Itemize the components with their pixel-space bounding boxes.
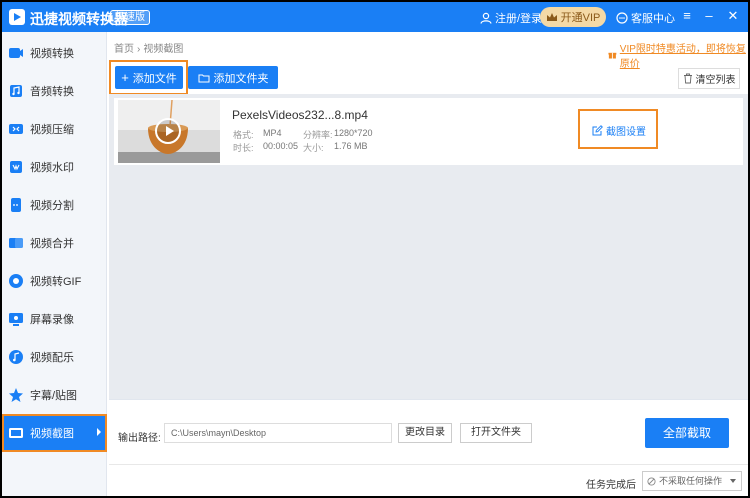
video-watermark-icon (10, 161, 22, 173)
video-music-icon (9, 350, 23, 364)
output-path-field[interactable]: C:\Users\mayn\Desktop (164, 423, 392, 443)
sidebar-item-label: 视频配乐 (30, 352, 74, 364)
open-folder-button[interactable]: 打开文件夹 (460, 423, 532, 443)
breadcrumb-separator: › (137, 44, 141, 55)
add-file-button[interactable]: + 添加文件 (115, 66, 183, 89)
capture-all-button[interactable]: 全部截取 (645, 418, 729, 448)
breadcrumb-current: 视频截图 (143, 44, 184, 55)
clear-list-button[interactable]: 清空列表 (678, 68, 740, 89)
breadcrumb: 首页 › 视频截图 (114, 40, 183, 55)
folder-icon (198, 74, 209, 82)
after-task-label: 任务完成后 (586, 480, 636, 491)
sidebar-item-video-watermark[interactable]: 视频水印 (2, 148, 107, 186)
promo-banner[interactable]: VIP限时特惠活动，即将恢复原价 (608, 40, 748, 70)
sidebar-item-label: 屏幕录像 (30, 314, 74, 326)
promo-text[interactable]: VIP限时特惠活动，即将恢复原价 (620, 40, 748, 70)
video-split-icon (11, 198, 21, 212)
sidebar-item-label: 视频转GIF (30, 276, 82, 288)
duration-value: 00:00:05 (263, 141, 299, 151)
breadcrumb-home[interactable]: 首页 (114, 44, 134, 55)
login-button[interactable]: 注册/登录 (480, 10, 542, 26)
vip-button[interactable]: 开通VIP (540, 7, 606, 27)
active-arrow-icon (97, 428, 101, 436)
add-file-label: 添加文件 (132, 72, 177, 85)
customer-service-button[interactable]: 客服中心 (616, 10, 675, 26)
chevron-down-icon (730, 479, 736, 483)
screen-record-icon (9, 313, 23, 326)
sidebar-item-label: 视频合并 (30, 238, 74, 250)
app-window: 迅捷视频转换器 极速版 注册/登录 开通VIP 客服中心 ≡ – ✕ 视频转换 … (2, 2, 748, 496)
sidebar-item-video-gif[interactable]: 视频转GIF (2, 262, 107, 300)
user-icon (480, 12, 492, 24)
subtitle-sticker-icon (9, 388, 23, 402)
after-task-select[interactable]: 不采取任何操作 (642, 471, 742, 491)
video-thumbnail[interactable] (118, 100, 220, 163)
resolution-value: 1280*720 (334, 128, 373, 138)
format-label: 格式: (233, 130, 254, 140)
edition-badge: 极速版 (110, 10, 150, 25)
app-logo-icon (9, 9, 25, 25)
sidebar-item-video-split[interactable]: 视频分割 (2, 186, 107, 224)
sidebar: 视频转换 音频转换 视频压缩 视频水印 视频分割 视频合并 视频转GIF 屏幕录… (2, 32, 107, 496)
play-icon[interactable] (155, 118, 181, 144)
sidebar-item-video-convert[interactable]: 视频转换 (2, 34, 107, 72)
minimize-icon[interactable]: – (702, 9, 716, 23)
add-folder-label: 添加文件夹 (213, 72, 269, 85)
resolution-label: 分辨率: (303, 130, 333, 140)
file-name: PexelsVideos232...8.mp4 (232, 108, 368, 122)
screenshot-settings-label: 截图设置 (606, 127, 646, 138)
trash-icon (683, 73, 692, 84)
audio-convert-icon (10, 85, 22, 97)
vip-label: 开通VIP (560, 12, 601, 24)
chat-icon (616, 12, 628, 24)
service-label: 客服中心 (631, 13, 675, 25)
sidebar-item-label: 视频压缩 (30, 124, 74, 136)
video-convert-icon (9, 48, 23, 58)
close-icon[interactable]: ✕ (726, 9, 740, 23)
sidebar-item-label: 音频转换 (30, 86, 74, 98)
size-value: 1.76 MB (334, 141, 368, 151)
edit-icon (592, 125, 603, 136)
video-gif-icon (9, 274, 23, 288)
sidebar-item-label: 视频截图 (30, 428, 74, 440)
after-task-value: 不采取任何操作 (659, 476, 723, 486)
sidebar-item-video-merge[interactable]: 视频合并 (2, 224, 107, 262)
title-bar: 迅捷视频转换器 极速版 注册/登录 开通VIP 客服中心 ≡ – ✕ (2, 2, 748, 32)
screenshot-settings-button[interactable]: 截图设置 (592, 123, 646, 138)
change-directory-button[interactable]: 更改目录 (398, 423, 452, 443)
clear-list-label: 清空列表 (695, 75, 736, 86)
size-label: 大小: (303, 143, 324, 153)
duration-label: 时长: (233, 143, 254, 153)
sidebar-item-video-music[interactable]: 视频配乐 (2, 338, 107, 376)
output-path-label: 输出路径: (118, 433, 161, 444)
gift-icon (608, 52, 617, 59)
sidebar-item-video-compress[interactable]: 视频压缩 (2, 110, 107, 148)
sidebar-item-screen-record[interactable]: 屏幕录像 (2, 300, 107, 338)
crown-icon (546, 13, 557, 21)
sidebar-item-label: 字幕/贴图 (30, 390, 78, 402)
plus-icon: + (121, 69, 129, 85)
sidebar-item-label: 视频转换 (30, 48, 74, 60)
format-value: MP4 (263, 128, 282, 138)
video-compress-icon (9, 124, 23, 134)
sidebar-item-label: 视频分割 (30, 200, 74, 212)
no-action-icon (647, 476, 656, 486)
login-label: 注册/登录 (495, 13, 543, 25)
menu-icon[interactable]: ≡ (680, 9, 694, 23)
sidebar-item-video-screenshot[interactable]: 视频截图 (2, 414, 107, 452)
sidebar-item-label: 视频水印 (30, 162, 74, 174)
video-merge-icon (9, 238, 23, 248)
add-folder-button[interactable]: 添加文件夹 (188, 66, 278, 89)
sidebar-item-subtitle-sticker[interactable]: 字幕/贴图 (2, 376, 107, 414)
sidebar-item-audio-convert[interactable]: 音频转换 (2, 72, 107, 110)
video-screenshot-icon (9, 428, 23, 438)
